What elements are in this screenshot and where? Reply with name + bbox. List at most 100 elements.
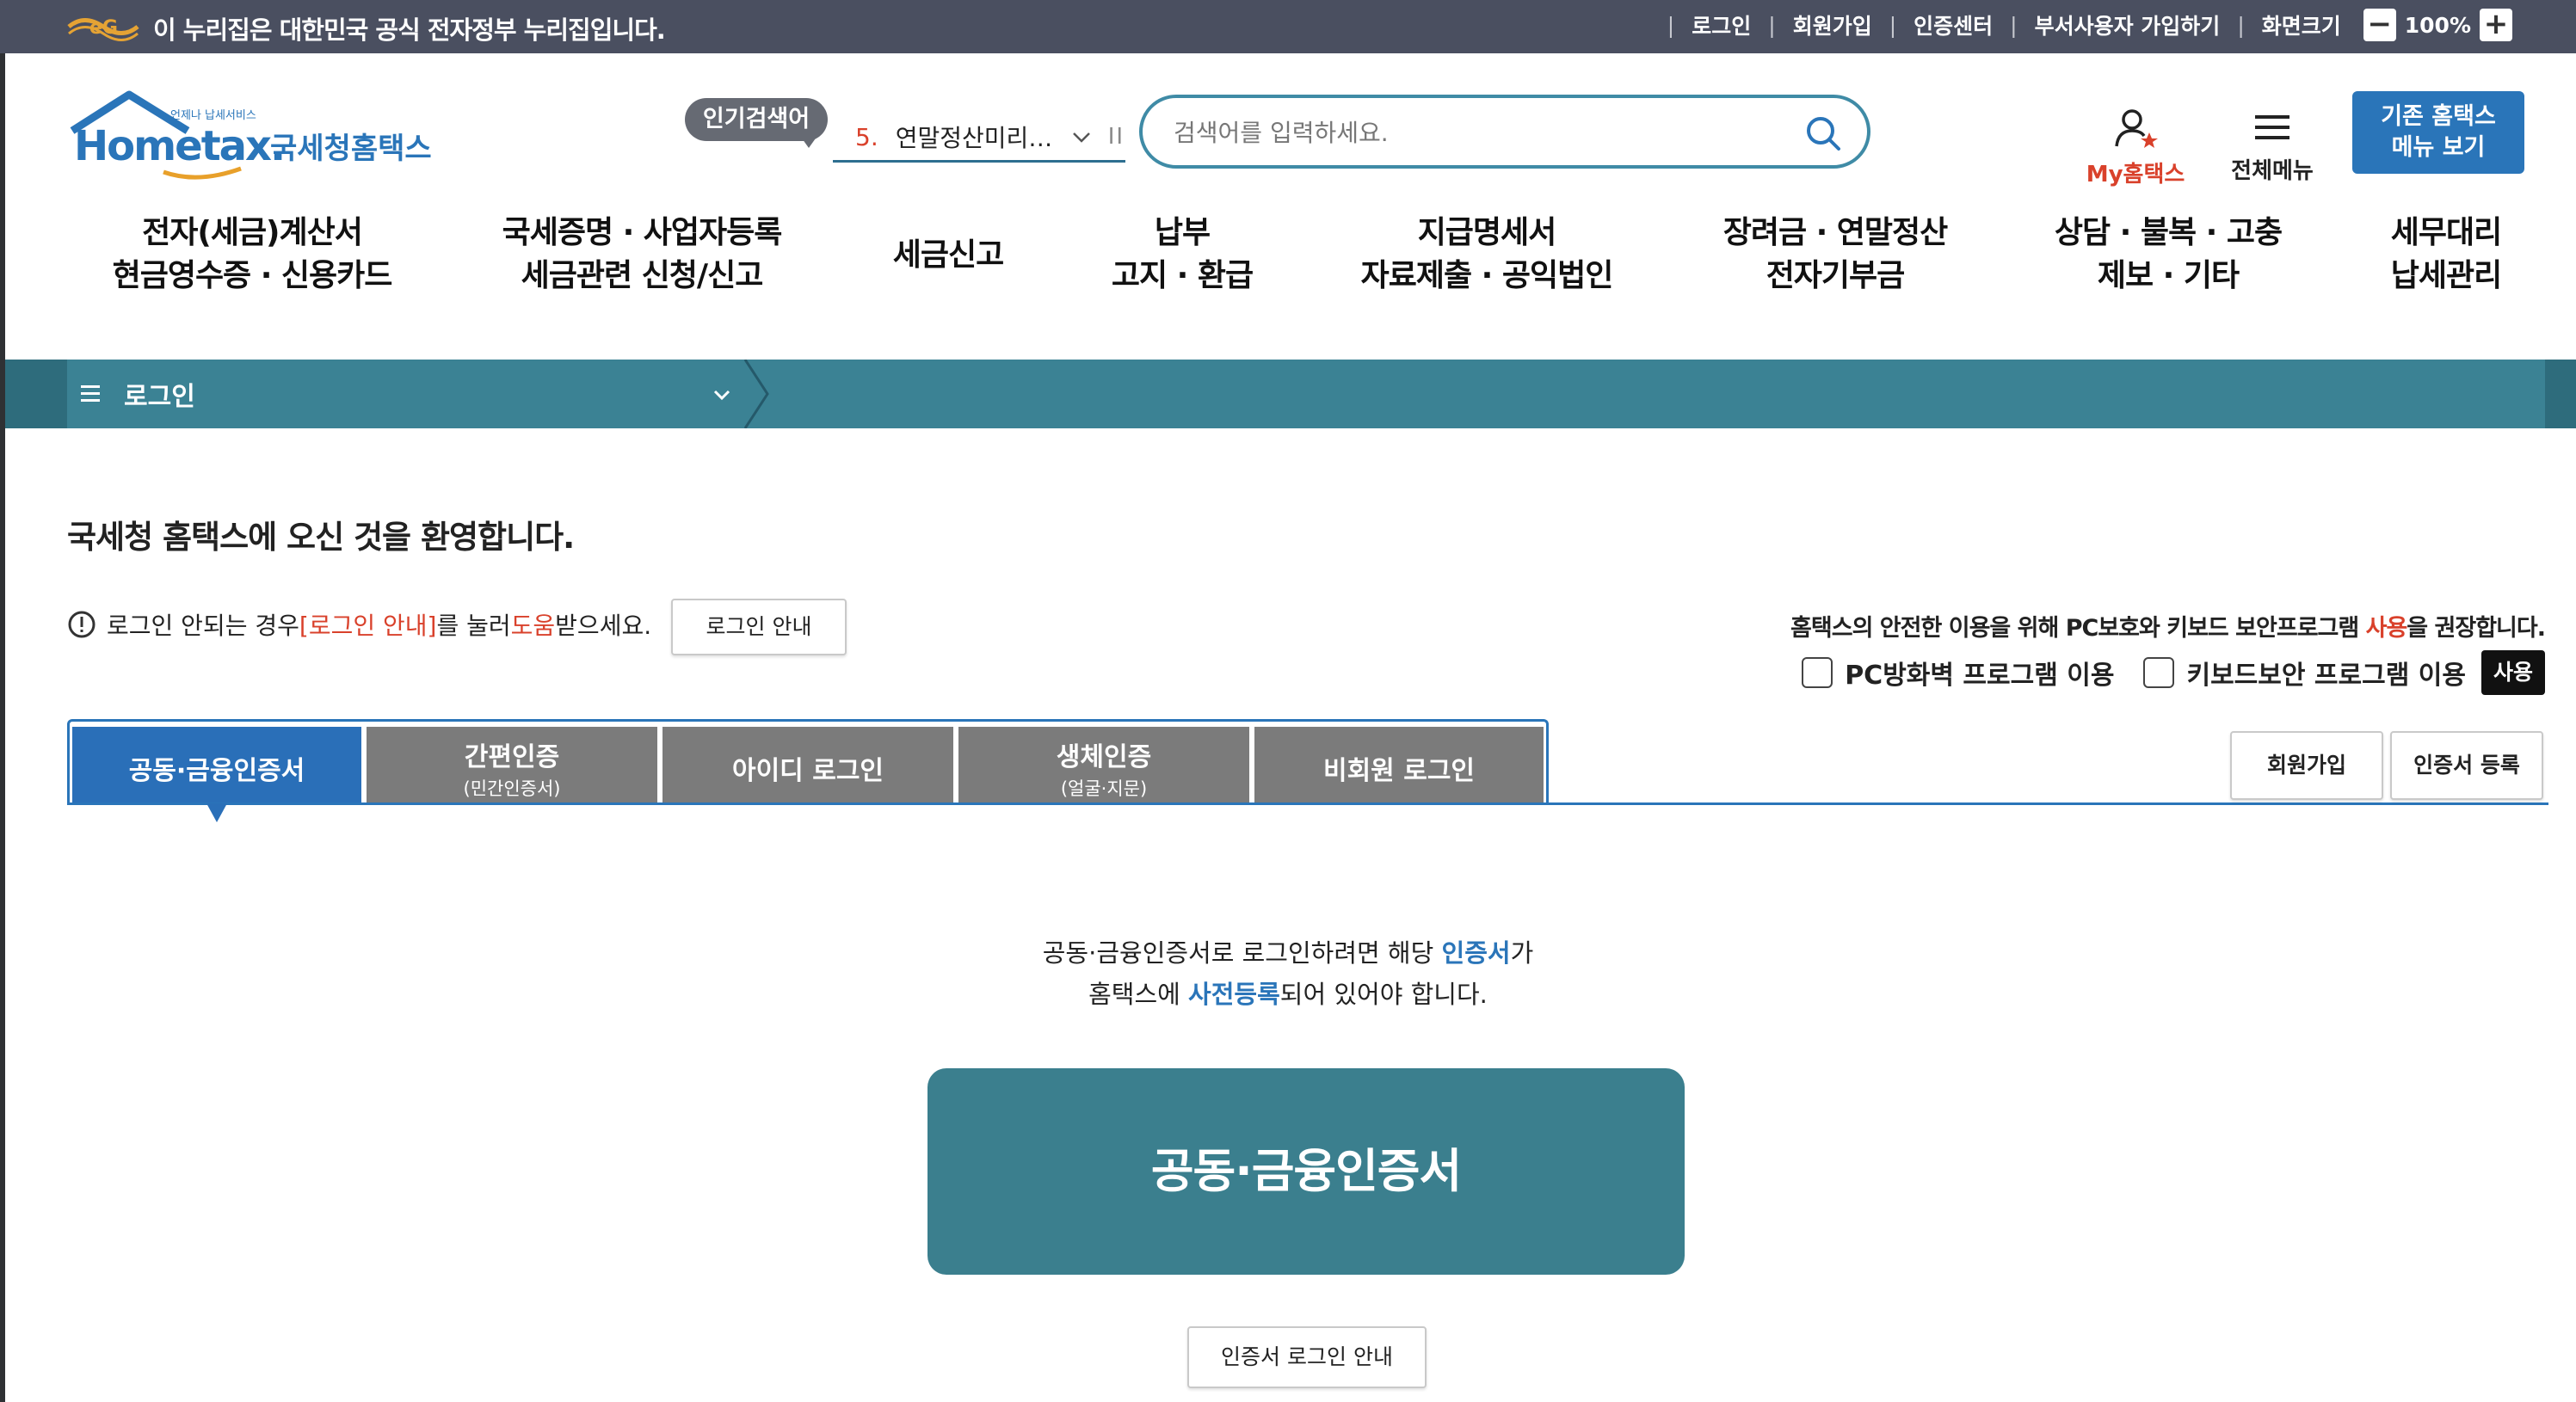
cert-notice-line1: 공동·금융인증서로 로그인하려면 해당 인증서가 bbox=[0, 932, 2576, 974]
gnb-payment-statement[interactable]: 지급명세서 자료제출 · 공익법인 bbox=[1349, 212, 1624, 298]
separator: | bbox=[1667, 12, 1675, 38]
egov-logo-icon: eG bbox=[67, 17, 139, 41]
use-button[interactable]: 사용 bbox=[2480, 650, 2545, 695]
window-left-border bbox=[0, 0, 5, 1402]
hometax-logo[interactable]: 언제나 납세서비스 Hometax. 국세청홈택스 bbox=[69, 89, 447, 184]
page-title: 국세청 홈택스에 오신 것을 환영합니다. bbox=[67, 519, 575, 556]
gnb-e-invoice[interactable]: 전자(세금)계산서 현금영수증 · 신용카드 bbox=[103, 212, 401, 298]
util-dept-user-link[interactable]: 부서사용자 가입하기 bbox=[2035, 9, 2221, 40]
help-text-mid: 를 눌러 bbox=[436, 612, 511, 640]
popular-term[interactable]: 연말정산미리… bbox=[896, 120, 1055, 154]
user-star-icon bbox=[2115, 109, 2158, 148]
cert-notice: 공동·금융인증서로 로그인하려면 해당 인증서가 홈택스에 사전등록되어 있어야… bbox=[0, 932, 2576, 1015]
login-tabs: 공동·금융인증서 간편인증 (민간인증서) 아이디 로그인 생체인증 (얼굴·지… bbox=[67, 719, 1549, 805]
gnb-year-end[interactable]: 장려금 · 연말정산 전자기부금 bbox=[1712, 212, 1958, 298]
gnb-line2: 세금관련 신청/신고 bbox=[521, 258, 764, 293]
tab-sublabel: (민간인증서) bbox=[463, 778, 561, 799]
all-menu-button[interactable]: 전체메뉴 bbox=[2225, 110, 2320, 185]
gnb-certificate[interactable]: 국세증명 · 사업자등록 세금관련 신청/신고 bbox=[494, 212, 790, 298]
tab-simple-auth[interactable]: 간편인증 (민간인증서) bbox=[367, 727, 657, 804]
security-note-post: 을 권장합니다. bbox=[2407, 615, 2546, 642]
legacy-menu-button[interactable]: 기존 홈택스 메뉴 보기 bbox=[2352, 91, 2524, 174]
joint-cert-login-button[interactable]: 공동·금융인증서 bbox=[927, 1068, 1685, 1275]
breadcrumb-divider bbox=[743, 360, 769, 428]
svg-text:eG: eG bbox=[89, 17, 118, 39]
security-note: 홈택스의 안전한 이용을 위해 PC보호와 키보드 보안프로그램 사용을 권장합… bbox=[1790, 609, 2546, 643]
gnb-payment[interactable]: 납부 고지 · 환급 bbox=[1094, 212, 1270, 298]
firewall-checkbox[interactable] bbox=[1802, 657, 1833, 688]
hamburger-icon bbox=[2255, 115, 2289, 139]
pause-icon[interactable]: II bbox=[1108, 124, 1125, 150]
my-hometax-button[interactable]: My홈택스 bbox=[2082, 107, 2189, 188]
join-button[interactable]: 회원가입 bbox=[2230, 731, 2383, 800]
gnb-tax-agent[interactable]: 세무대리 납세관리 bbox=[2375, 212, 2517, 298]
login-help-row: 로그인 안되는 경우 [로그인 안내] 를 눌러 도움 받으세요. bbox=[67, 607, 651, 642]
gnb-line1: 세금신고 bbox=[892, 237, 1004, 273]
zoom-out-button[interactable]: − bbox=[2363, 9, 2396, 41]
gnb-line2: 현금영수증 · 신용카드 bbox=[112, 258, 393, 293]
logo-text: 국세청홈택스 bbox=[270, 132, 432, 166]
firewall-label: PC방화벽 프로그램 이용 bbox=[1845, 661, 2115, 691]
gnb-line1: 전자(세금)계산서 bbox=[142, 215, 363, 250]
cert-login-guide-button[interactable]: 인증서 로그인 안내 bbox=[1187, 1326, 1427, 1388]
keyboard-security-checkbox[interactable] bbox=[2143, 657, 2175, 688]
cert-line1-pre: 공동·금융인증서로 로그인하려면 해당 bbox=[1042, 938, 1442, 968]
gnb-line1: 국세증명 · 사업자등록 bbox=[502, 215, 783, 250]
help-text-post: 받으세요. bbox=[555, 612, 652, 640]
gnb-line1: 납부 bbox=[1154, 215, 1211, 250]
gnb-consult[interactable]: 상담 · 불복 · 고충 제보 · 기타 bbox=[2046, 212, 2290, 298]
gov-notice: 이 누리집은 대한민국 공식 전자정부 누리집입니다. bbox=[153, 15, 666, 45]
login-guide-button[interactable]: 로그인 안내 bbox=[671, 599, 847, 655]
tab-label: 생체인증 bbox=[1056, 742, 1152, 772]
cert-line2-post: 되어 있어야 합니다. bbox=[1279, 980, 1488, 1009]
gnb-line2: 제보 · 기타 bbox=[2097, 258, 2240, 293]
gnb-line1: 지급명세서 bbox=[1417, 215, 1557, 250]
search-icon[interactable] bbox=[1805, 115, 1841, 151]
gnb-line2: 납세관리 bbox=[2390, 258, 2502, 293]
gnb-line1: 상담 · 불복 · 고충 bbox=[2054, 215, 2283, 250]
security-options: PC방화벽 프로그램 이용 키보드보안 프로그램 이용 사용 bbox=[1802, 650, 2545, 695]
cert-line2-pre: 홈택스에 bbox=[1088, 980, 1189, 1009]
screen-size-label: 화면크기 bbox=[2261, 14, 2341, 39]
gov-banner: eG 이 누리집은 대한민국 공식 전자정부 누리집입니다. | 로그인 | 회… bbox=[0, 0, 2576, 53]
gnb-line2: 전자기부금 bbox=[1766, 258, 1906, 293]
separator: | bbox=[1768, 12, 1776, 38]
location-bar-edge bbox=[5, 360, 67, 428]
popular-search-dropdown[interactable]: 5. 연말정산미리… II bbox=[833, 114, 1125, 163]
active-tab-pointer bbox=[206, 803, 227, 822]
location-bar-edge-right bbox=[2545, 360, 2576, 428]
util-cert-center-link[interactable]: 인증센터 bbox=[1914, 9, 1993, 40]
zoom-in-button[interactable]: + bbox=[2480, 9, 2512, 41]
separator: | bbox=[2237, 12, 2245, 38]
utility-links: | 로그인 | 회원가입 | 인증센터 | 부서사용자 가입하기 | 화면크기 … bbox=[1650, 9, 2512, 41]
tab-label: 공동·금융인증서 bbox=[128, 756, 305, 786]
tab-non-member[interactable]: 비회원 로그인 bbox=[1254, 727, 1544, 804]
cert-line1-post: 가 bbox=[1510, 938, 1534, 968]
tab-label: 간편인증 bbox=[464, 742, 560, 772]
cert-register-button[interactable]: 인증서 등록 bbox=[2390, 731, 2543, 800]
tab-id-login[interactable]: 아이디 로그인 bbox=[662, 727, 953, 804]
separator: | bbox=[1889, 12, 1897, 38]
tab-joint-cert[interactable]: 공동·금융인증서 bbox=[72, 727, 361, 804]
gnb-tax-filing[interactable]: 세금신고 bbox=[879, 234, 1017, 277]
gnb-line2: 자료제출 · 공익법인 bbox=[1360, 258, 1614, 293]
util-signup-link[interactable]: 회원가입 bbox=[1793, 9, 1872, 40]
separator: | bbox=[2010, 12, 2018, 38]
zoom-level: 100% bbox=[2404, 12, 2471, 38]
keyboard-security-label: 키보드보안 프로그램 이용 bbox=[2186, 661, 2466, 691]
security-note-pre: 홈택스의 안전한 이용을 위해 PC보호와 키보드 보안프로그램 bbox=[1790, 615, 2366, 642]
tab-biometric[interactable]: 생체인증 (얼굴·지문) bbox=[958, 727, 1249, 804]
logo-slogan: 언제나 납세서비스 bbox=[170, 109, 256, 122]
logo-wordmark: Hometax. bbox=[74, 122, 284, 170]
chevron-down-icon[interactable] bbox=[1070, 126, 1093, 148]
legacy-line1: 기존 홈택스 bbox=[2381, 103, 2496, 130]
alert-icon bbox=[68, 611, 96, 638]
search-input[interactable] bbox=[1172, 114, 1778, 151]
cert-line2-emph: 사전등록 bbox=[1188, 980, 1280, 1009]
tab-label: 비회원 로그인 bbox=[1322, 756, 1476, 786]
chevron-down-icon[interactable] bbox=[711, 384, 733, 406]
tab-sublabel: (얼굴·지문) bbox=[1060, 778, 1148, 799]
legacy-line2: 메뉴 보기 bbox=[2391, 134, 2486, 161]
util-login-link[interactable]: 로그인 bbox=[1692, 9, 1751, 40]
breadcrumb[interactable]: 로그인 bbox=[77, 360, 195, 428]
